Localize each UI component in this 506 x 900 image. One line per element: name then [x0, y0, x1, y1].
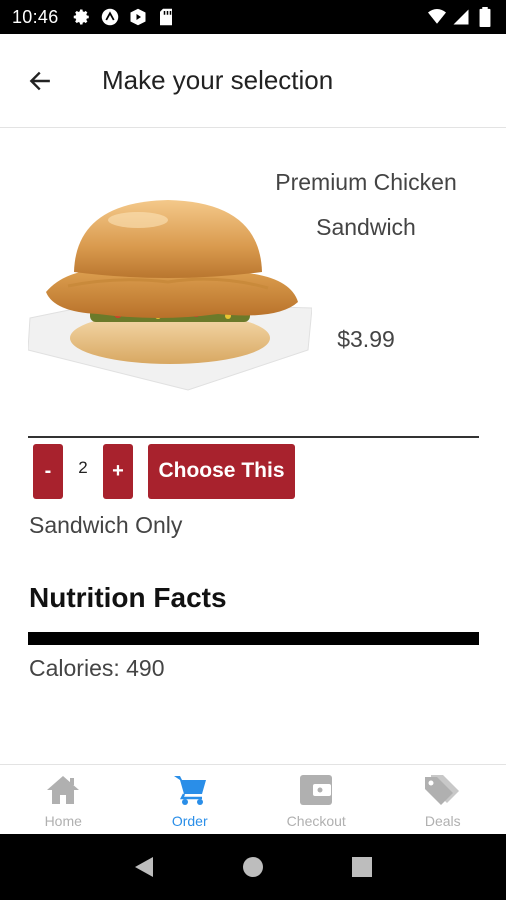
nav-item-deals[interactable]: Deals — [380, 765, 506, 834]
wallet-icon — [299, 773, 333, 807]
arrow-left-icon — [29, 71, 50, 90]
product-name: Premium Chicken Sandwich — [275, 169, 457, 240]
settings-icon — [73, 8, 91, 26]
nutrition-divider — [28, 632, 479, 645]
nutrition-heading: Nutrition Facts — [29, 582, 227, 613]
battery-icon — [476, 7, 494, 27]
status-time: 10:46 — [12, 6, 59, 27]
app-bar: Make your selection — [0, 34, 506, 128]
nav-label-home: Home — [44, 813, 82, 829]
tags-icon — [423, 773, 463, 807]
signal-icon — [452, 8, 470, 26]
calories-text: Calories: 490 — [29, 655, 165, 681]
nav-label-order: Order — [171, 813, 208, 829]
increment-button[interactable]: + — [103, 443, 133, 499]
nav-item-order[interactable]: Order — [127, 765, 254, 834]
sd-card-icon — [157, 8, 175, 26]
home-icon — [45, 773, 81, 807]
quantity-stepper: - 2 + Choose This — [33, 443, 295, 499]
nav-label-checkout: Checkout — [286, 813, 346, 829]
recents-square-icon[interactable] — [342, 847, 382, 887]
status-bar: 10:46 — [0, 0, 506, 34]
product-price: $3.99 — [337, 326, 395, 352]
status-notification-icons — [73, 8, 175, 26]
cart-icon — [172, 773, 208, 807]
system-nav-bar — [0, 834, 506, 900]
play-icon — [129, 8, 147, 26]
quantity-value: 2 — [78, 458, 88, 477]
nav-label-deals: Deals — [424, 813, 461, 829]
app-icon — [101, 8, 119, 26]
divider — [28, 436, 479, 438]
status-system-icons — [428, 7, 494, 27]
nav-item-home[interactable]: Home — [0, 765, 127, 834]
decrement-button[interactable]: - — [33, 443, 63, 499]
option-label: Sandwich Only — [29, 512, 183, 538]
page-title: Make your selection — [102, 65, 334, 95]
back-triangle-icon[interactable] — [124, 847, 164, 887]
bottom-nav: Home Order Checkout Deals — [0, 764, 506, 834]
nav-item-checkout[interactable]: Checkout — [253, 765, 380, 834]
wifi-icon — [428, 8, 446, 26]
back-button[interactable] — [0, 34, 80, 128]
choose-this-button[interactable]: Choose This — [148, 443, 295, 499]
home-circle-icon[interactable] — [233, 847, 273, 887]
